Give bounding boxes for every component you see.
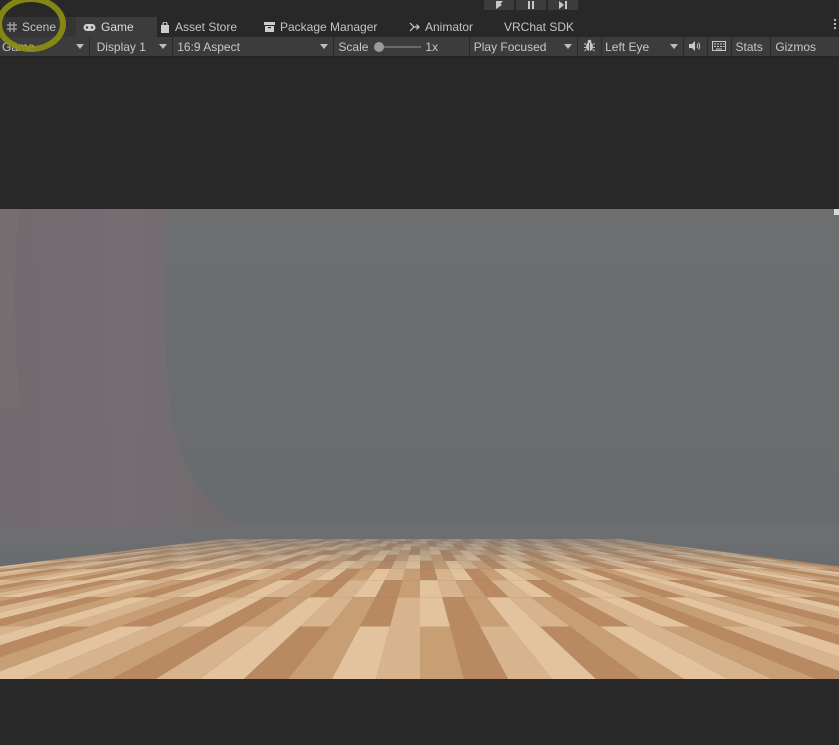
aspect-value: 16:9 Aspect: [177, 39, 240, 54]
keyboard-icon: [712, 40, 727, 54]
tab-game[interactable]: Game: [76, 17, 157, 37]
tab-label: Asset Store: [175, 20, 238, 34]
scale-label: Scale: [338, 39, 369, 54]
play-icon: [496, 1, 503, 9]
animator-icon: [409, 22, 420, 32]
tab-animator[interactable]: Animator: [404, 17, 494, 37]
step-button[interactable]: [548, 0, 578, 10]
scale-control: Scale 1x: [334, 37, 470, 56]
gamepad-icon: [83, 23, 96, 32]
chevron-down-icon: [564, 44, 573, 49]
package-icon: [264, 22, 275, 32]
eye-dropdown[interactable]: Left Eye: [602, 37, 684, 56]
speaker-icon: [689, 40, 701, 54]
editor-tab-strip: Scene Game Asset Store Package Manager A…: [0, 17, 839, 37]
scale-slider-track[interactable]: [381, 46, 422, 48]
stats-button[interactable]: Stats: [732, 37, 772, 56]
game-viewport[interactable]: [0, 57, 839, 745]
display-value: Display 1: [96, 39, 146, 54]
chevron-down-icon: [320, 44, 329, 49]
eye-value: Left Eye: [605, 39, 650, 54]
audio-toggle[interactable]: [684, 37, 708, 56]
keyboard-toggle[interactable]: [708, 37, 732, 56]
chevron-down-icon: [159, 44, 168, 49]
game-view-toolbar: Game Display 1 16:9 Aspect Scale 1x Play…: [0, 37, 839, 57]
play-controls: [484, 0, 580, 10]
play-mode-dropdown[interactable]: Play Focused: [470, 37, 579, 56]
tab-label: VRChat SDK: [504, 20, 575, 34]
pause-icon: [528, 1, 534, 9]
step-icon: [559, 1, 567, 9]
chevron-down-icon: [669, 44, 678, 49]
viewport-letterbox: [0, 679, 839, 687]
aspect-dropdown[interactable]: 16:9 Aspect: [173, 37, 335, 56]
tab-vrchat-sdk[interactable]: VRChat SDK: [494, 17, 589, 37]
tab-label: Game: [101, 20, 134, 34]
play-button[interactable]: [484, 0, 514, 10]
tab-label: Animator: [425, 20, 474, 34]
pause-button[interactable]: [516, 0, 546, 10]
more-options-icon[interactable]: [833, 19, 837, 31]
gizmos-dropdown[interactable]: Gizmos: [771, 37, 839, 56]
view-mode-dropdown[interactable]: Game: [0, 37, 90, 56]
tab-package-manager[interactable]: Package Manager: [253, 17, 404, 37]
scale-slider-handle[interactable]: [374, 42, 385, 52]
shopping-bag-icon: [160, 21, 170, 33]
chevron-down-icon: [75, 44, 84, 49]
bug-icon: [583, 39, 596, 55]
debug-toggle[interactable]: [578, 37, 603, 56]
rendered-scene: [0, 209, 839, 687]
display-dropdown[interactable]: Display 1: [90, 37, 174, 56]
tab-asset-store[interactable]: Asset Store: [157, 17, 253, 37]
tab-scene[interactable]: Scene: [0, 17, 76, 37]
view-mode-value: Game: [2, 39, 35, 54]
grid-icon: [7, 22, 17, 32]
gizmos-label: Gizmos: [775, 39, 817, 54]
stats-label: Stats: [735, 39, 763, 54]
tab-label: Scene: [22, 20, 57, 34]
scale-value: 1x: [425, 40, 439, 54]
game-render[interactable]: [0, 209, 839, 687]
play-mode-value: Play Focused: [473, 39, 547, 54]
tab-label: Package Manager: [280, 20, 378, 34]
